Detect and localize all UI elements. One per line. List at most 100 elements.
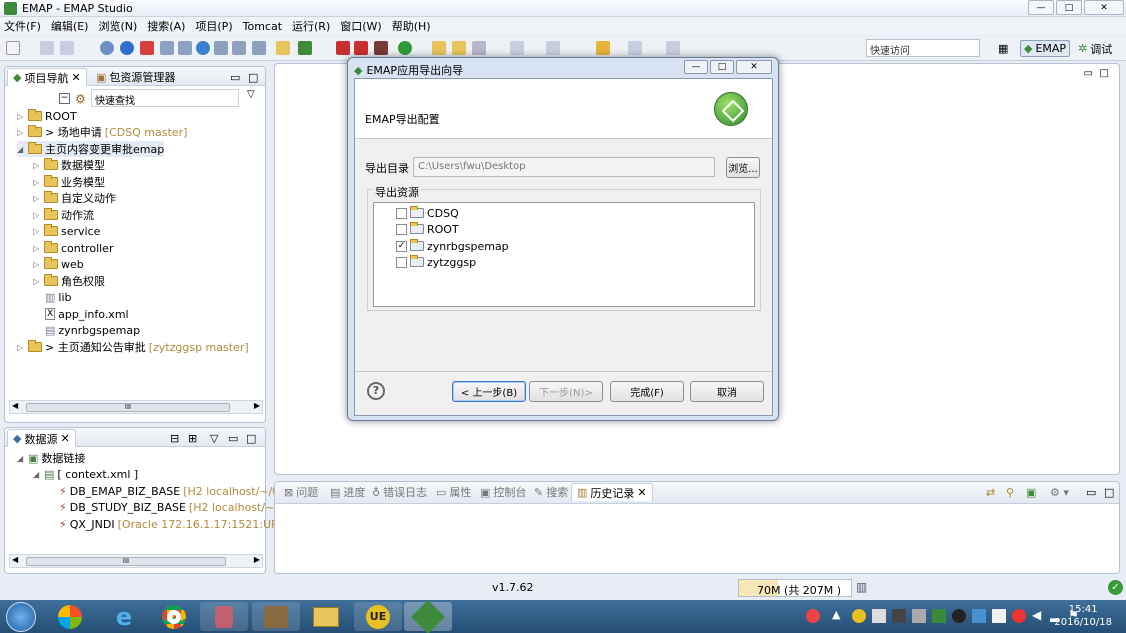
maximize-view-button[interactable]: □ bbox=[241, 430, 261, 446]
tree-item-zynrbgspemap[interactable]: ▤ zynrbgspemap bbox=[45, 322, 140, 338]
emap-icon[interactable] bbox=[298, 41, 312, 55]
expand-arrow-icon[interactable]: ▷ bbox=[33, 178, 41, 187]
clock[interactable]: 15:41 2016/10/18 bbox=[1054, 603, 1112, 629]
tab-console[interactable]: ▣ 控制台 bbox=[475, 484, 531, 500]
save-icon[interactable] bbox=[40, 41, 54, 55]
expand-arrow-icon[interactable]: ▷ bbox=[17, 343, 25, 352]
menu-tomcat[interactable]: Tomcat bbox=[243, 20, 282, 33]
tool-icon[interactable] bbox=[178, 41, 192, 55]
expand-arrow-icon[interactable]: ▷ bbox=[33, 161, 41, 170]
tray-app-icon[interactable] bbox=[872, 609, 886, 623]
tree-item-db-study[interactable]: ⚡ DB_STUDY_BIZ_BASE [H2 localhost/~/ bbox=[59, 499, 278, 515]
taskbar-photo-icon[interactable] bbox=[252, 602, 300, 631]
open-folder-icon[interactable] bbox=[432, 41, 446, 55]
view-menu-icon[interactable]: ▽ bbox=[247, 89, 255, 100]
maximize-view-button[interactable]: □ bbox=[243, 69, 263, 85]
view-menu-button[interactable]: ▽ bbox=[205, 430, 223, 446]
back-button[interactable]: < 上一步(B) bbox=[452, 381, 526, 402]
tree-item-db-emap[interactable]: ⚡ DB_EMAP_BIZ_BASE [H2 localhost/~/t bbox=[59, 483, 277, 499]
minimize-editor-button[interactable]: ▭ bbox=[1084, 68, 1093, 79]
taskbar-ultraedit-icon[interactable]: UE bbox=[354, 602, 402, 631]
scrollbar-thumb[interactable]: III bbox=[26, 403, 230, 412]
menu-project[interactable]: 项目(P) bbox=[195, 18, 232, 34]
taskbar-emap-icon[interactable] bbox=[404, 599, 452, 633]
tree-item-controller[interactable]: ▷ controller bbox=[33, 240, 113, 256]
tree-item-zynrbgsp[interactable]: ◢ 主页内容变更审批emap bbox=[17, 141, 165, 157]
bug-icon[interactable] bbox=[354, 41, 368, 55]
taskbar-windows-icon[interactable] bbox=[46, 602, 94, 631]
resource-checkbox[interactable] bbox=[396, 207, 407, 219]
collapse-all-button[interactable]: ⊟ bbox=[165, 430, 184, 446]
nav-icon[interactable] bbox=[546, 41, 560, 55]
taskbar-chrome-icon[interactable] bbox=[150, 602, 198, 631]
close-icon[interactable]: ✕ bbox=[71, 71, 80, 84]
run-icon[interactable] bbox=[120, 41, 134, 55]
tree-item-app-info[interactable]: Xapp_info.xml bbox=[45, 306, 129, 322]
menu-navigate[interactable]: 浏览(N) bbox=[98, 18, 137, 34]
print-icon[interactable] bbox=[60, 41, 74, 55]
scroll-right-icon[interactable]: ▶ bbox=[254, 401, 260, 410]
scrollbar-thumb[interactable]: III bbox=[26, 557, 226, 566]
tray-security-icon[interactable] bbox=[1012, 609, 1026, 623]
pin-icon[interactable]: ⚲ bbox=[1001, 484, 1019, 500]
tree-item-data-model[interactable]: ▷ 数据模型 bbox=[33, 157, 105, 173]
menu-file[interactable]: 文件(F) bbox=[4, 18, 41, 34]
maximize-view-button[interactable]: □ bbox=[1099, 484, 1119, 500]
tree-item-context-xml[interactable]: ◢ ▤[ context.xml ] bbox=[33, 466, 138, 482]
run-config-icon[interactable] bbox=[398, 41, 412, 55]
tray-app-icon[interactable] bbox=[932, 609, 946, 623]
link-icon[interactable]: ⇄ bbox=[981, 484, 1000, 500]
tree-item-data-links[interactable]: ◢ ▣ 数据链接 bbox=[17, 450, 85, 466]
forward-icon[interactable] bbox=[628, 41, 642, 55]
dialog-minimize-button[interactable]: — bbox=[684, 60, 708, 74]
tab-datasource[interactable]: ◆ 数据源 ✕ bbox=[7, 429, 76, 447]
resource-item-cdsq[interactable]: CDSQ bbox=[396, 205, 459, 221]
trash-icon[interactable]: ▥ bbox=[856, 580, 867, 594]
table-icon[interactable] bbox=[252, 41, 266, 55]
cancel-button[interactable]: 取消 bbox=[690, 381, 764, 402]
horizontal-scrollbar[interactable]: ◀ III ▶ bbox=[9, 400, 263, 414]
collapse-arrow-icon[interactable]: ◢ bbox=[17, 145, 25, 154]
finish-button[interactable]: 完成(F) bbox=[610, 381, 684, 402]
tree-item-cdsq[interactable]: ▷ > 场地申请 [CDSQ master] bbox=[17, 124, 187, 140]
tool-icon[interactable] bbox=[214, 41, 228, 55]
resource-checkbox[interactable] bbox=[396, 223, 407, 235]
tree-item-roles[interactable]: ▷ 角色权限 bbox=[33, 273, 105, 289]
scroll-right-icon[interactable]: ▶ bbox=[254, 555, 260, 564]
expand-arrow-icon[interactable]: ▷ bbox=[17, 112, 25, 121]
scroll-left-icon[interactable]: ◀ bbox=[12, 401, 18, 410]
tree-item-action-flow[interactable]: ▷ 动作流 bbox=[33, 207, 94, 223]
tray-show-hidden-icon[interactable]: ▲ bbox=[832, 608, 840, 621]
quick-access-input[interactable]: 快速访问 bbox=[866, 39, 980, 57]
tray-volume-icon[interactable]: ◀ bbox=[1032, 608, 1041, 622]
resource-item-root[interactable]: ROOT bbox=[396, 221, 459, 237]
expand-arrow-icon[interactable]: ▷ bbox=[17, 128, 25, 137]
help-icon[interactable]: ? bbox=[367, 382, 385, 400]
tab-error-log[interactable]: ♁ 错误日志 bbox=[367, 484, 432, 500]
menu-edit[interactable]: 编辑(E) bbox=[51, 18, 89, 34]
taskbar-explorer-icon[interactable] bbox=[302, 602, 350, 631]
expand-arrow-icon[interactable]: ▷ bbox=[33, 194, 41, 203]
globe-icon[interactable] bbox=[196, 41, 210, 55]
expand-all-button[interactable]: ⊞ bbox=[183, 430, 202, 446]
perspective-emap[interactable]: ◆ EMAP bbox=[1020, 40, 1071, 57]
folder-icon[interactable] bbox=[276, 41, 290, 55]
collapse-arrow-icon[interactable]: ◢ bbox=[17, 454, 25, 463]
pin-icon[interactable] bbox=[666, 41, 680, 55]
menu-window[interactable]: 窗口(W) bbox=[340, 18, 381, 34]
tree-item-root[interactable]: ▷ ROOT bbox=[17, 108, 77, 124]
maximize-editor-button[interactable]: □ bbox=[1100, 68, 1109, 79]
view-menu-button[interactable]: ⚙ ▾ bbox=[1045, 484, 1074, 500]
expand-arrow-icon[interactable]: ▷ bbox=[33, 244, 41, 253]
resource-item-zytzggsp[interactable]: zytzggsp bbox=[396, 254, 476, 270]
maximize-button[interactable]: □ bbox=[1056, 0, 1082, 15]
minimize-button[interactable]: — bbox=[1028, 0, 1054, 15]
back-icon[interactable] bbox=[596, 41, 610, 55]
tray-app-icon[interactable] bbox=[972, 609, 986, 623]
debug-icon[interactable] bbox=[140, 41, 154, 55]
tab-progress[interactable]: ▤ 进度 bbox=[325, 484, 370, 500]
filter-input[interactable]: 快速查找 bbox=[91, 89, 239, 107]
expand-arrow-icon[interactable]: ▷ bbox=[33, 227, 41, 236]
tab-search[interactable]: ✎ 搜索 bbox=[529, 484, 573, 500]
tree-item-custom-action[interactable]: ▷ 自定义动作 bbox=[33, 190, 116, 206]
